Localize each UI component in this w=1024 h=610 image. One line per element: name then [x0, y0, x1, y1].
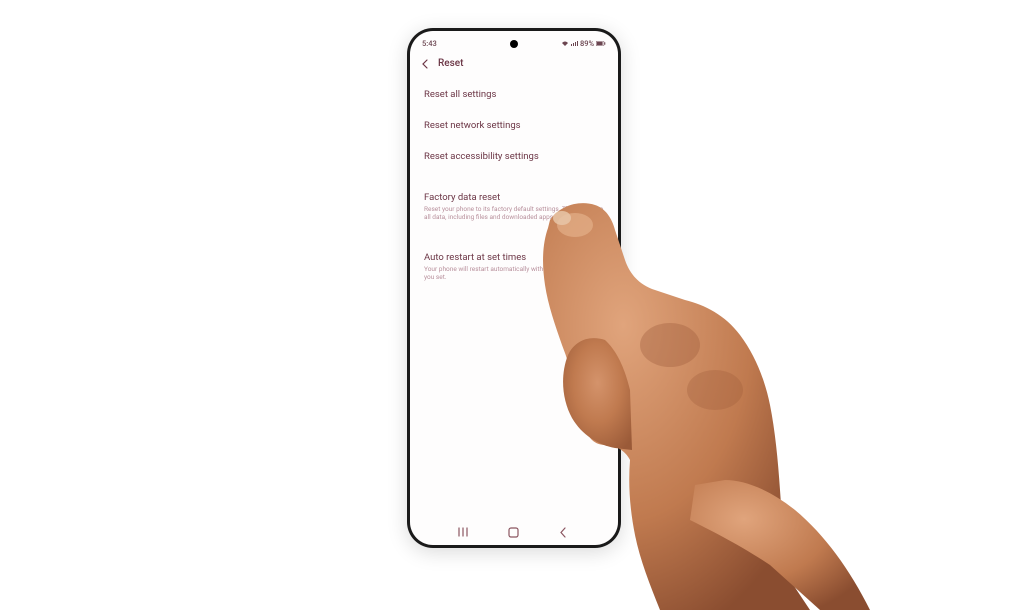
- option-auto-restart[interactable]: Auto restart at set times Your phone wil…: [424, 242, 604, 292]
- option-title: Reset all settings: [424, 89, 604, 100]
- header: Reset: [410, 52, 618, 77]
- chevron-left-icon: [421, 59, 429, 69]
- option-factory-data-reset[interactable]: Factory data reset Reset your phone to i…: [424, 182, 604, 232]
- option-reset-accessibility-settings[interactable]: Reset accessibility settings: [424, 141, 604, 172]
- option-title: Factory data reset: [424, 192, 604, 203]
- home-icon: [508, 527, 519, 538]
- option-title: Auto restart at set times: [424, 252, 604, 263]
- back-button[interactable]: [420, 59, 430, 69]
- option-title: Reset network settings: [424, 120, 604, 131]
- option-reset-network-settings[interactable]: Reset network settings: [424, 110, 604, 141]
- status-right: 89%: [561, 39, 606, 48]
- wifi-icon: [561, 41, 569, 47]
- section-gap: [424, 232, 604, 242]
- recents-icon: [458, 527, 472, 537]
- option-reset-all-settings[interactable]: Reset all settings: [424, 79, 604, 110]
- back-nav-icon: [559, 527, 567, 538]
- page-title: Reset: [438, 58, 463, 69]
- camera-notch: [510, 40, 518, 48]
- phone-frame: 5:43 89% Reset Reset all settings Reset …: [407, 28, 621, 548]
- status-time: 5:43: [422, 39, 437, 48]
- phone-screen: 5:43 89% Reset Reset all settings Reset …: [410, 31, 618, 545]
- nav-home[interactable]: [507, 525, 521, 539]
- option-subtitle: Your phone will restart automatically wi…: [424, 265, 604, 282]
- settings-list: Reset all settings Reset network setting…: [410, 77, 618, 294]
- option-subtitle: Reset your phone to its factory default …: [424, 205, 604, 222]
- signal-icon: [571, 41, 578, 47]
- nav-back[interactable]: [556, 525, 570, 539]
- battery-text: 89%: [580, 39, 594, 48]
- battery-icon: [596, 41, 606, 46]
- nav-recents[interactable]: [458, 525, 472, 539]
- section-gap: [424, 172, 604, 182]
- nav-bar: [410, 525, 618, 539]
- option-title: Reset accessibility settings: [424, 151, 604, 162]
